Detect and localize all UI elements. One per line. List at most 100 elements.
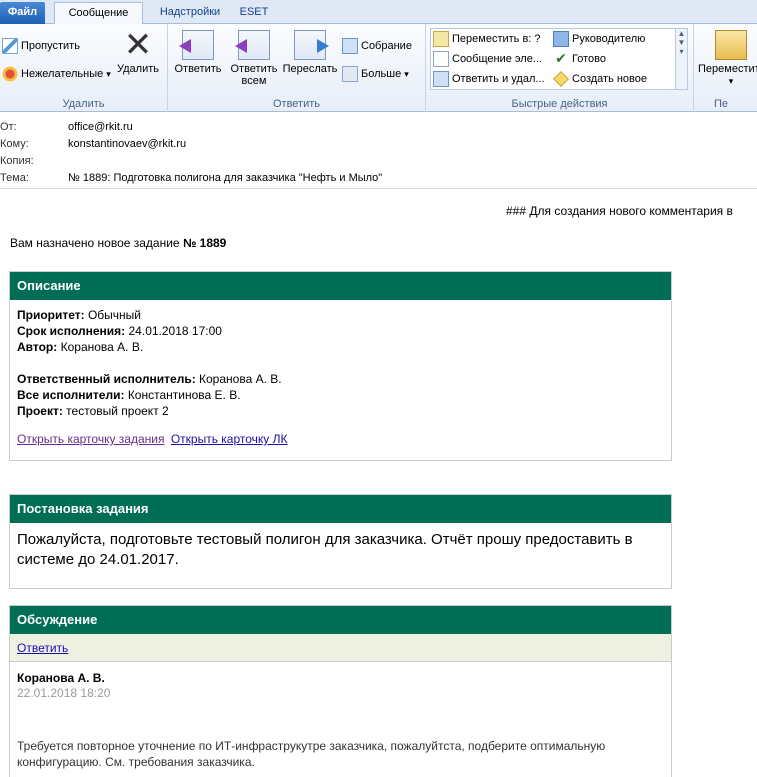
- deadline-label: Срок исполнения:: [17, 324, 126, 338]
- task-panel: Постановка задания Пожалуйста, подготовь…: [9, 494, 672, 589]
- discussion-title: Обсуждение: [10, 606, 671, 634]
- responsible-value: Коранова А. В.: [195, 372, 282, 386]
- comment-notice: ### Для создания нового комментария в: [506, 204, 733, 218]
- ignore-button[interactable]: Пропустить: [2, 36, 80, 56]
- chevron-down-icon: ▾: [106, 68, 111, 79]
- to-value[interactable]: konstantinovaev@rkit.ru: [68, 136, 186, 153]
- meeting-label: Собрание: [361, 40, 412, 52]
- card-links: Открыть карточку задания Открыть карточк…: [17, 431, 664, 447]
- chevron-down-icon: ▾: [404, 68, 409, 79]
- delete-button[interactable]: ✕ Удалить: [112, 28, 164, 75]
- header-divider: [0, 188, 757, 189]
- responsible-line: Ответственный исполнитель: Коранова А. В…: [17, 371, 664, 387]
- discussion-reply-bar: Ответить: [10, 634, 671, 662]
- from-label: От:: [0, 121, 17, 133]
- quick-step-to-manager[interactable]: Руководителю: [553, 29, 645, 49]
- move-button[interactable]: Переместить ▾: [698, 28, 757, 87]
- discussion-reply-link[interactable]: Ответить: [17, 641, 68, 655]
- quick-step-reply-delete[interactable]: Ответить и удал...: [433, 69, 545, 89]
- move-icon: [715, 30, 747, 60]
- meeting-icon: [342, 38, 358, 54]
- reply-delete-icon: [433, 71, 449, 87]
- project-line: Проект: тестовый проект 2: [17, 403, 664, 419]
- checkmark-icon: ✔: [555, 50, 567, 66]
- delete-group-label: Удалить: [62, 98, 105, 110]
- respond-group: Ответить Ответить всем Переслать Собрани…: [168, 24, 426, 112]
- priority-label: Приоритет:: [17, 308, 85, 322]
- message-headers: От: office@rkit.ru Кому: konstantinovaev…: [0, 112, 757, 188]
- tab-addins[interactable]: Надстройки: [150, 2, 230, 24]
- description-body: Приоритет: Обычный Срок исполнения: 24.0…: [10, 300, 671, 454]
- quick-step-move-to[interactable]: Переместить в: ?: [433, 29, 541, 49]
- quick-steps-group-label: Быстрые действия: [511, 98, 608, 110]
- meeting-button[interactable]: Собрание: [342, 36, 412, 56]
- move-label: Переместить: [698, 63, 757, 75]
- quick-step-move-to-label: Переместить в: ?: [452, 33, 541, 45]
- project-label: Проект:: [17, 404, 63, 418]
- project-value: тестовый проект 2: [62, 404, 169, 418]
- comment-date: 22.01.2018 18:20: [17, 686, 111, 700]
- reply-all-icon: [235, 30, 270, 60]
- quick-steps-gallery: Переместить в: ? Руководителю Сообщение …: [430, 28, 688, 90]
- reply-all-button[interactable]: Ответить всем: [226, 28, 282, 87]
- tab-eset[interactable]: ESET: [234, 2, 274, 24]
- forward-icon: [294, 30, 329, 60]
- discussion-panel: Обсуждение Ответить Коранова А. В. 22.01…: [9, 605, 672, 777]
- quick-step-create-new-label: Создать новое: [572, 73, 648, 85]
- executors-label: Все исполнители:: [17, 388, 125, 402]
- task-number: № 1889: [182, 236, 227, 250]
- quick-step-team-email[interactable]: Сообщение эле...: [433, 49, 542, 69]
- quick-steps-group: Переместить в: ? Руководителю Сообщение …: [426, 24, 694, 112]
- tab-message[interactable]: Сообщение: [54, 2, 143, 25]
- reply-label: Ответить: [174, 63, 222, 75]
- executors-value: Константинова Е. В.: [124, 388, 241, 402]
- junk-button[interactable]: Нежелательные ▾: [2, 64, 111, 84]
- chevron-down-icon: ▾: [728, 76, 734, 86]
- quick-step-create-new[interactable]: Создать новое: [553, 69, 647, 89]
- forward-arrow-icon: [553, 31, 569, 47]
- tab-file[interactable]: Файл: [0, 2, 45, 24]
- open-task-card-link[interactable]: Открыть карточку задания: [17, 432, 164, 446]
- quick-steps-scrollbar[interactable]: ▲ ▼ ▾: [675, 29, 687, 89]
- responsible-label: Ответственный исполнитель:: [17, 372, 196, 386]
- to-label: Кому:: [0, 138, 29, 150]
- more-label: Больше: [361, 68, 402, 80]
- reply-icon: [179, 30, 214, 60]
- ignore-label: Пропустить: [21, 40, 80, 52]
- delete-icon: ✕: [123, 26, 153, 64]
- comment-text: Требуется повторное уточнение по ИТ-инфр…: [17, 739, 606, 769]
- quick-step-to-manager-label: Руководителю: [572, 33, 646, 45]
- subject-label: Тема:: [0, 172, 29, 184]
- from-value[interactable]: office@rkit.ru: [68, 119, 133, 136]
- ribbon-tab-bar: Файл Сообщение Надстройки ESET: [0, 0, 757, 25]
- comment-author: Коранова А. В.: [17, 671, 105, 685]
- task-text: Пожалуйста, подготовьте тестовый полигон…: [17, 531, 633, 568]
- quick-step-done-label: Готово: [572, 53, 606, 65]
- subject-value: № 1889: Подготовка полигона для заказчик…: [68, 172, 383, 184]
- task-title: Постановка задания: [10, 495, 671, 523]
- junk-label: Нежелательные: [21, 68, 104, 80]
- team-email-icon: [433, 51, 449, 67]
- forward-label: Переслать: [282, 63, 338, 75]
- junk-icon: [2, 66, 18, 82]
- delete-label: Удалить: [117, 63, 159, 75]
- description-title: Описание: [10, 272, 671, 300]
- cc-label: Копия:: [0, 155, 34, 167]
- quick-step-done[interactable]: ✔ Готово: [553, 49, 606, 69]
- author-label: Автор:: [17, 340, 58, 354]
- forward-button[interactable]: Переслать: [282, 28, 338, 75]
- reply-button[interactable]: Ответить: [170, 28, 226, 75]
- lightning-icon: [553, 71, 569, 87]
- author-value: Коранова А. В.: [57, 340, 144, 354]
- open-lk-card-link[interactable]: Открыть карточку ЛК: [171, 432, 288, 446]
- priority-value: Обычный: [84, 308, 142, 322]
- deadline-line: Срок исполнения: 24.01.2018 17:00: [17, 323, 664, 339]
- assigned-prefix: Вам назначено новое задание: [10, 236, 183, 250]
- reply-all-label-2: всем: [241, 75, 267, 87]
- quick-step-team-email-label: Сообщение эле...: [452, 53, 542, 65]
- more-button[interactable]: Больше ▾: [342, 64, 409, 84]
- comment: Коранова А. В. 22.01.2018 18:20 Требуетс…: [10, 662, 671, 777]
- executors-line: Все исполнители: Константинова Е. В.: [17, 387, 664, 403]
- more-icon: [342, 66, 358, 82]
